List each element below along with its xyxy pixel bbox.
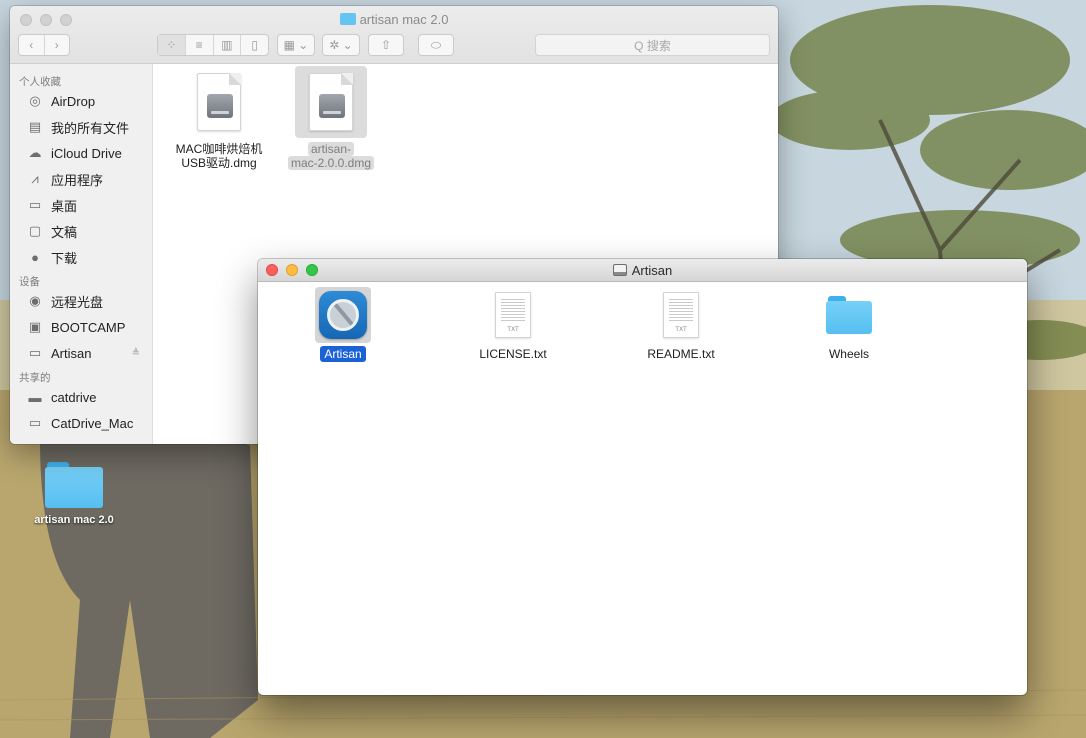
tag-icon: ⬭ [430, 37, 442, 52]
sidebar: 个人收藏 ◎ AirDrop ▤ 我的所有文件 ☁ iCloud Drive ⩘ 应用程… [10, 64, 153, 444]
search-input[interactable]: Q 搜索 [535, 34, 770, 56]
item-name: Artisan [288, 346, 398, 362]
window-title: artisan mac 2.0 [10, 12, 778, 27]
item-license-txt[interactable]: TXT LICENSE.txt [458, 287, 568, 361]
sidebar-item-artisan[interactable]: ▭ Artisan ≜ [10, 340, 152, 366]
title-bar: Artisan [258, 259, 1027, 282]
sidebar-item-applications[interactable]: ⩘ 应用程序 [10, 166, 152, 192]
drive-icon: ▣ [28, 319, 42, 334]
sidebar-item-catdrive-mac[interactable]: ▭ CatDrive_Mac [10, 410, 152, 436]
sidebar-heading-devices: 设备 [19, 276, 40, 288]
cloud-icon: ☁ [28, 145, 42, 160]
applications-icon: ⩘ [31, 171, 39, 186]
folder-icon [45, 462, 103, 508]
sidebar-item-bootcamp[interactable]: ▣ BOOTCAMP [10, 314, 152, 340]
dmg-icon [183, 66, 255, 138]
share-icon: ⇧ [380, 38, 392, 52]
back-button[interactable]: ‹ [19, 35, 45, 55]
item-name: Wheels [828, 347, 869, 361]
column-view-icon[interactable]: ▥ [214, 35, 242, 55]
sidebar-item-documents[interactable]: ▢ 文稿 [10, 218, 152, 244]
item-artisan-app[interactable]: Artisan [288, 287, 398, 362]
file-item-driver-dmg[interactable]: MAC咖啡烘焙机 USB驱动.dmg [171, 66, 267, 170]
item-readme-txt[interactable]: TXT README.txt [626, 287, 736, 361]
item-wheels-folder[interactable]: Wheels [794, 287, 904, 361]
sidebar-item-airdrop[interactable]: ◎ AirDrop [10, 88, 152, 114]
tags-button[interactable]: ⬭ [418, 34, 454, 56]
sidebar-heading-shared: 共享的 [19, 372, 51, 384]
dmg-icon [295, 66, 367, 138]
drive-icon: ▭ [28, 345, 42, 360]
desktop-folder-artisan[interactable]: artisan mac 2.0 [14, 462, 134, 526]
action-button[interactable]: ✲ ⌄ [322, 34, 360, 56]
monitor-icon: ▬ [28, 389, 42, 405]
window-title: Artisan [258, 263, 1027, 278]
grid-icon: ▦ ⌄ [283, 38, 309, 52]
forward-button[interactable]: › [45, 35, 70, 55]
icon-view-icon[interactable]: ⁘ [158, 35, 186, 55]
cover-flow-icon[interactable]: ▯ [241, 35, 268, 55]
desktop-icon: ▭ [28, 197, 42, 212]
back-forward-buttons: ‹ › [18, 34, 70, 56]
server-icon: ▭ [28, 415, 42, 430]
artisan-app-icon [315, 287, 371, 343]
file-name: MAC咖啡烘焙机 USB驱动.dmg [175, 142, 263, 170]
list-view-icon[interactable]: ≡ [186, 35, 214, 55]
share-button[interactable]: ⇧ [368, 34, 404, 56]
sidebar-item-catdrive[interactable]: ▬ catdrive [10, 384, 152, 410]
sidebar-item-remote-disc[interactable]: ◉ 远程光盘 [10, 288, 152, 314]
eject-icon[interactable]: ≜ [132, 348, 140, 359]
gear-icon: ✲ ⌄ [329, 38, 353, 52]
download-icon: ● [31, 249, 39, 265]
finder-window-artisan[interactable]: Artisan Artisan TXT LICENSE.txt TXT READ… [258, 259, 1027, 695]
drive-icon [612, 264, 627, 276]
view-mode-selector: ⁘ ≡ ▥ ▯ [157, 34, 269, 56]
documents-icon: ▢ [28, 223, 42, 238]
sidebar-item-desktop[interactable]: ▭ 桌面 [10, 192, 152, 218]
airdrop-icon: ◎ [29, 93, 41, 108]
all-files-icon: ▤ [28, 119, 42, 134]
text-file-icon: TXT [485, 287, 541, 343]
sidebar-heading-favorites: 个人收藏 [19, 76, 61, 88]
file-item-artisan-dmg[interactable]: artisan-mac-2.0.0.dmg [283, 66, 379, 170]
text-file-icon: TXT [653, 287, 709, 343]
item-name: LICENSE.txt [479, 347, 547, 361]
arrange-button[interactable]: ▦ ⌄ [277, 34, 315, 56]
file-name: artisan-mac-2.0.0.dmg [283, 142, 379, 170]
sidebar-item-downloads[interactable]: ● 下载 [10, 244, 152, 270]
item-name: README.txt [647, 347, 715, 361]
toolbar: artisan mac 2.0 ‹ › ⁘ ≡ ▥ ▯ ▦ ⌄ ✲ ⌄ ⇧ ⬭ … [10, 6, 778, 64]
folder-icon [339, 13, 356, 25]
desktop-folder-label: artisan mac 2.0 [34, 514, 114, 526]
sidebar-item-icloud[interactable]: ☁ iCloud Drive [10, 140, 152, 166]
disc-icon: ◉ [29, 293, 41, 308]
folder-icon [821, 287, 877, 343]
sidebar-item-all-files[interactable]: ▤ 我的所有文件 [10, 114, 152, 140]
